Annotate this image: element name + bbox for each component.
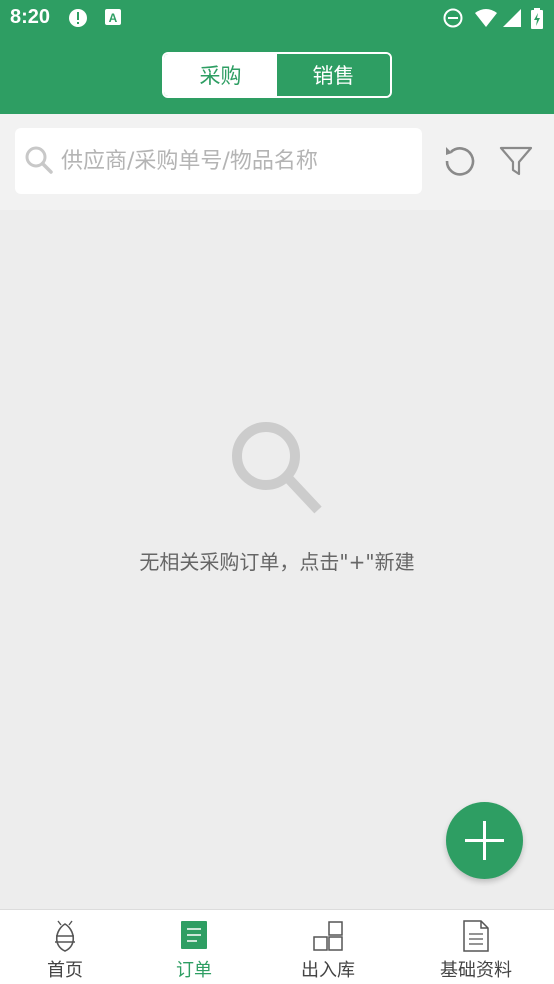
nav-item-home[interactable]: 首页 [0,910,130,984]
alert-icon [68,8,88,32]
order-icon [180,920,208,954]
wifi-icon [474,8,498,32]
nav-label-orders: 订单 [176,960,212,981]
bottom-nav: 首页 订单 出入库 基础资料 [0,909,554,984]
search-row [0,114,554,210]
filter-icon[interactable] [499,144,533,182]
search-box [15,128,422,194]
plus-icon [465,821,504,860]
refresh-icon[interactable] [442,143,478,183]
nav-item-orders[interactable]: 订单 [130,910,258,984]
empty-message: 无相关采购订单，点击"+"新建 [139,550,415,574]
nav-label-basic-data: 基础资料 [440,960,512,981]
signal-icon [502,8,522,32]
battery-icon [530,8,544,34]
home-icon [49,920,81,958]
empty-search-icon [226,416,326,520]
app-root: 8:20 A 采购 销售 供应商/采购单号/物品名称 无相关采购订单，点击"+"… [0,0,554,984]
nav-label-inventory: 出入库 [301,960,355,981]
dnd-icon [443,8,463,32]
app-a-icon: A [104,8,122,30]
svg-text:A: A [109,11,118,25]
search-icon [23,144,55,180]
document-icon [462,920,490,956]
add-order-button[interactable] [446,802,523,879]
search-input[interactable] [61,128,417,194]
warehouse-icon [312,920,344,956]
nav-item-basic-data[interactable]: 基础资料 [398,910,554,984]
order-type-segment: 采购 销售 [162,52,392,98]
app-header: 采购 销售 [0,36,554,114]
status-bar: 8:20 A [0,0,554,36]
status-time: 8:20 [10,6,51,28]
tab-sales[interactable]: 销售 [277,54,390,96]
nav-label-home: 首页 [47,960,83,981]
tab-purchase[interactable]: 采购 [164,54,277,96]
nav-item-inventory[interactable]: 出入库 [258,910,398,984]
